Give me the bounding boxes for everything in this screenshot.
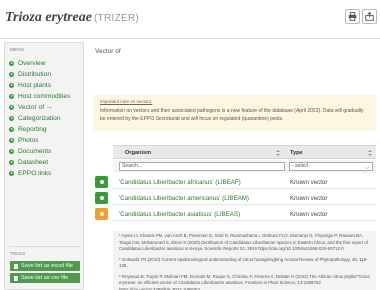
reference-item: * Reynaud B, Turpin P, Molinari FM, Gron… — [119, 273, 370, 290]
page-header: Trioza erytreae (TRIZER) — [0, 0, 380, 38]
table-row: 'Candidatus Liberibacter asiaticus' (LIB… — [95, 207, 376, 221]
sidebar-item-overview[interactable]: Overview — [9, 58, 83, 69]
sidebar-item-label: Reporting — [18, 126, 47, 133]
sidebar-divider — [9, 246, 81, 247]
sidebar-item-label: Photos — [18, 137, 39, 144]
reference-item: * Gottwald TR (2010) Current epidemiolog… — [119, 256, 368, 269]
play-circle-icon — [9, 171, 14, 176]
sidebar-item-label: Vector of → — [18, 104, 53, 111]
play-circle-icon — [9, 83, 14, 88]
play-circle-icon — [9, 138, 14, 143]
references-box: * Ajene IJ, Khamis FM, van Asch B, Piete… — [113, 231, 376, 290]
sidebar-item-eppo-links[interactable]: EPPO links — [9, 168, 83, 179]
main-content: Vector of Important note on vectors: Inf… — [93, 42, 378, 290]
info-icon[interactable] — [95, 192, 108, 204]
eppo-code: (TRIZER) — [93, 13, 140, 24]
sidebar-item-label: Distribution — [18, 71, 51, 78]
sidebar-item-label: Documents — [18, 148, 52, 155]
sidebar-item-label: Datasheet — [18, 159, 49, 166]
sidebar-item-datasheet[interactable]: Datasheet — [9, 157, 83, 168]
organism-link[interactable]: 'Candidatus Liberibacter americanus' (LI… — [119, 195, 249, 202]
sidebar-item-host-commodities[interactable]: Host commodities — [9, 91, 83, 102]
sort-icon[interactable] — [368, 150, 372, 156]
header-divider — [0, 38, 380, 39]
play-circle-icon — [9, 116, 14, 121]
species-name: Trioza erytreae — [5, 10, 92, 25]
column-organism[interactable]: Organism — [125, 150, 151, 156]
sidebar-item-host-plants[interactable]: Host plants — [9, 80, 83, 91]
share-button[interactable] — [362, 9, 377, 24]
reference-item: * Ajene IJ, Khamis FM, van Asch B, Piete… — [119, 233, 368, 251]
play-circle-icon — [9, 61, 14, 66]
save-csv-label: Save list as csv file — [21, 275, 69, 281]
sidebar-item-categorization[interactable]: Categorization — [9, 113, 83, 124]
sidebar-menu: Overview Distribution Host plants Host c… — [9, 58, 83, 179]
sidebar-item-label: EPPO links — [18, 170, 52, 177]
play-circle-icon — [9, 149, 14, 154]
vector-type: Known vector — [290, 211, 328, 218]
column-type[interactable]: Type — [290, 150, 303, 156]
sort-icon[interactable] — [276, 150, 280, 156]
table-row: 'Candidatus Liberibacter americanus' (LI… — [95, 191, 376, 205]
type-select-value: - select - — [292, 163, 312, 169]
file-icon — [14, 275, 18, 281]
vector-type: Known vector — [290, 179, 328, 186]
chevron-down-icon: ⌵ — [365, 164, 369, 171]
print-button[interactable] — [345, 9, 360, 24]
menu-heading: MENU — [10, 47, 25, 52]
table-filter-row: Search... - select - ⌵ — [113, 160, 376, 173]
table-row: 'Candidatus Liberibacter africanus' (LIB… — [95, 175, 376, 189]
save-excel-button[interactable]: Save list as excel file — [10, 261, 80, 271]
info-icon[interactable] — [95, 208, 108, 220]
sidebar-item-photos[interactable]: Photos — [9, 135, 83, 146]
play-circle-icon — [9, 105, 14, 110]
sidebar-item-distribution[interactable]: Distribution — [9, 69, 83, 80]
sidebar-item-label: Categorization — [18, 115, 61, 122]
save-csv-button[interactable]: Save list as csv file — [10, 273, 80, 283]
type-select[interactable]: - select - ⌵ — [289, 162, 373, 171]
section-title: Vector of — [95, 48, 121, 55]
sidebar-item-vector-of[interactable]: Vector of → — [9, 102, 83, 113]
vector-type: Known vector — [290, 195, 328, 202]
share-icon — [365, 12, 374, 21]
vector-note: Important note on vectors: Information o… — [93, 95, 376, 131]
page-title: Trioza erytreae (TRIZER) — [5, 10, 139, 26]
note-body: Information on vectors and their associa… — [100, 108, 364, 122]
play-circle-icon — [9, 72, 14, 77]
organism-link[interactable]: 'Candidatus Liberibacter africanus' (LIB… — [119, 179, 241, 186]
note-heading: Important note on vectors: — [100, 99, 153, 104]
save-excel-label: Save list as excel file — [21, 263, 73, 269]
sidebar-item-documents[interactable]: Documents — [9, 146, 83, 157]
sidebar-item-reporting[interactable]: Reporting — [9, 124, 83, 135]
tools-heading: TOOLS — [10, 251, 26, 256]
organism-link[interactable]: 'Candidatus Liberibacter asiaticus' (LIB… — [119, 211, 240, 218]
sidebar-item-label: Host commodities — [18, 93, 71, 100]
play-circle-icon — [9, 160, 14, 165]
play-circle-icon — [9, 127, 14, 132]
sidebar: MENU Overview Distribution Host plants H… — [4, 42, 84, 290]
play-circle-icon — [9, 94, 14, 99]
sidebar-item-label: Overview — [18, 60, 46, 67]
table-header: Organism Type — [113, 145, 376, 159]
printer-icon — [348, 12, 357, 21]
file-icon — [14, 263, 18, 269]
sidebar-item-label: Host plants — [18, 82, 51, 89]
info-icon[interactable] — [95, 176, 108, 188]
organism-search-input[interactable]: Search... — [119, 162, 285, 171]
